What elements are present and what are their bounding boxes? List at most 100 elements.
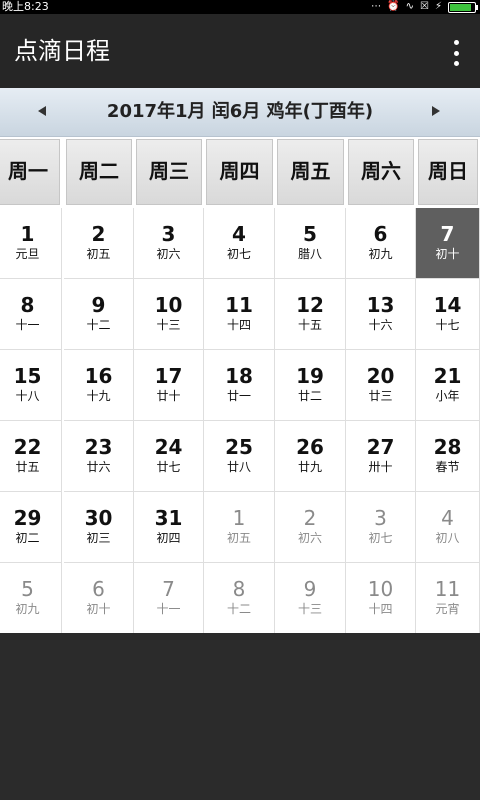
day-cell[interactable]: 14 十七	[416, 279, 480, 350]
next-month-button[interactable]	[426, 101, 446, 121]
lunar-date: 十一	[15, 318, 40, 332]
lunar-date: 卅十	[368, 460, 393, 474]
day-cell[interactable]: 23 廿六	[64, 421, 134, 492]
month-title: 2017年1月 闰6月 鸡年(丁酉年)	[106, 101, 374, 122]
day-cell[interactable]: 31 初四	[134, 492, 204, 563]
day-cell[interactable]: 5 腊八	[275, 208, 346, 279]
day-cell[interactable]: 15 十八	[0, 350, 62, 421]
day-cell[interactable]: 8 十一	[0, 279, 62, 350]
day-cell[interactable]: 27 卅十	[346, 421, 416, 492]
day-cell[interactable]: 30 初三	[64, 492, 134, 563]
day-cell[interactable]: 8 十二	[204, 563, 275, 634]
day-cell[interactable]: 4 初八	[416, 492, 480, 563]
lunar-date: 初四	[156, 531, 181, 545]
day-number: 10	[367, 577, 394, 601]
status-bar: 晚上8:23 ⋯ ⏰ ∿ ☒ ⚡	[0, 0, 480, 14]
day-number: 26	[296, 435, 324, 459]
lunar-date: 廿十	[156, 389, 181, 403]
lunar-date: 初九	[15, 602, 40, 616]
day-cell[interactable]: 5 初九	[0, 563, 62, 634]
day-cell[interactable]: 3 初六	[134, 208, 204, 279]
day-cell[interactable]: 10 十四	[346, 563, 416, 634]
day-cell[interactable]: 29 初二	[0, 492, 62, 563]
day-number: 1	[20, 222, 35, 246]
day-number: 20	[366, 364, 395, 388]
day-cell[interactable]: 4 初七	[204, 208, 275, 279]
lunar-date: 腊八	[297, 247, 322, 261]
day-cell[interactable]: 26 廿九	[275, 421, 346, 492]
day-cell[interactable]: 2 初五	[64, 208, 134, 279]
day-cell[interactable]: 16 十九	[64, 350, 134, 421]
day-cell[interactable]: 7 十一	[134, 563, 204, 634]
weekday-label: 周五	[277, 139, 344, 205]
day-cell[interactable]: 25 廿八	[204, 421, 275, 492]
weekday-label: 周一	[0, 139, 60, 205]
day-cell[interactable]: 28 春节	[416, 421, 480, 492]
sim-icon: ☒	[420, 1, 429, 12]
day-cell[interactable]: 19 廿二	[275, 350, 346, 421]
lunar-date: 十五	[297, 318, 322, 332]
day-number: 1	[232, 506, 246, 530]
lunar-date: 初六	[156, 247, 181, 261]
day-cell[interactable]: 22 廿五	[0, 421, 62, 492]
day-number: 12	[296, 293, 324, 317]
day-number: 14	[433, 293, 462, 317]
lunar-date: 初八	[435, 531, 460, 545]
lunar-date: 十四	[368, 602, 393, 616]
day-cell[interactable]: 21 小年	[416, 350, 480, 421]
lunar-date: 十二	[86, 318, 111, 332]
day-cell-selected[interactable]: 7 初十	[416, 208, 480, 279]
day-cell[interactable]: 24 廿七	[134, 421, 204, 492]
day-number: 15	[13, 364, 42, 388]
lunar-date: 初二	[15, 531, 40, 545]
lunar-date: 初七	[226, 247, 251, 261]
lunar-date: 廿九	[297, 460, 322, 474]
charging-icon: ⚡	[434, 1, 442, 12]
day-number: 2	[91, 222, 106, 246]
day-number: 24	[154, 435, 183, 459]
day-cell[interactable]: 6 初十	[64, 563, 134, 634]
lunar-date: 初三	[86, 531, 111, 545]
calendar-grid: 1 元旦 2 初五 3 初六 4 初七 5 腊八 6 初九 7 初十 8 十一 9 十二 10 十三 11 十四 12 十五 1…	[0, 208, 480, 634]
day-number: 21	[433, 364, 462, 388]
lunar-date: 廿七	[156, 460, 181, 474]
day-number: 9	[91, 293, 106, 317]
lunar-date: 十六	[368, 318, 393, 332]
day-cell[interactable]: 6 初九	[346, 208, 416, 279]
chevron-right-icon	[432, 106, 440, 116]
wifi-icon: ∿	[405, 1, 414, 12]
lunar-date: 十八	[15, 389, 40, 403]
day-number: 7	[162, 577, 175, 601]
day-cell[interactable]: 11 元宵	[416, 563, 480, 634]
weekday-label: 周四	[206, 139, 273, 205]
day-cell[interactable]: 13 十六	[346, 279, 416, 350]
day-number: 28	[433, 435, 462, 459]
day-number: 6	[92, 577, 105, 601]
lunar-date: 初十	[86, 602, 111, 616]
day-cell[interactable]: 3 初七	[346, 492, 416, 563]
day-number: 13	[366, 293, 395, 317]
day-cell[interactable]: 1 元旦	[0, 208, 62, 279]
day-cell[interactable]: 11 十四	[204, 279, 275, 350]
day-cell[interactable]: 12 十五	[275, 279, 346, 350]
day-number: 10	[154, 293, 183, 317]
day-cell[interactable]: 9 十二	[64, 279, 134, 350]
lunar-date: 春节	[435, 460, 460, 474]
day-cell[interactable]: 1 初五	[204, 492, 275, 563]
overflow-menu-icon[interactable]	[444, 40, 468, 66]
lunar-date: 元旦	[15, 247, 40, 261]
weekday-header: 周一 周二 周三 周四 周五 周六 周日	[0, 137, 480, 208]
day-cell[interactable]: 2 初六	[275, 492, 346, 563]
day-cell[interactable]: 10 十三	[134, 279, 204, 350]
day-cell[interactable]: 20 廿三	[346, 350, 416, 421]
day-cell[interactable]: 17 廿十	[134, 350, 204, 421]
lunar-date: 十七	[435, 318, 460, 332]
lunar-date: 十一	[156, 602, 181, 616]
lunar-date: 廿六	[86, 460, 111, 474]
day-cell[interactable]: 18 廿一	[204, 350, 275, 421]
day-number: 11	[434, 577, 461, 601]
day-number: 8	[20, 293, 35, 317]
lunar-date: 十二	[226, 602, 251, 616]
day-cell[interactable]: 9 十三	[275, 563, 346, 634]
day-number: 5	[21, 577, 34, 601]
